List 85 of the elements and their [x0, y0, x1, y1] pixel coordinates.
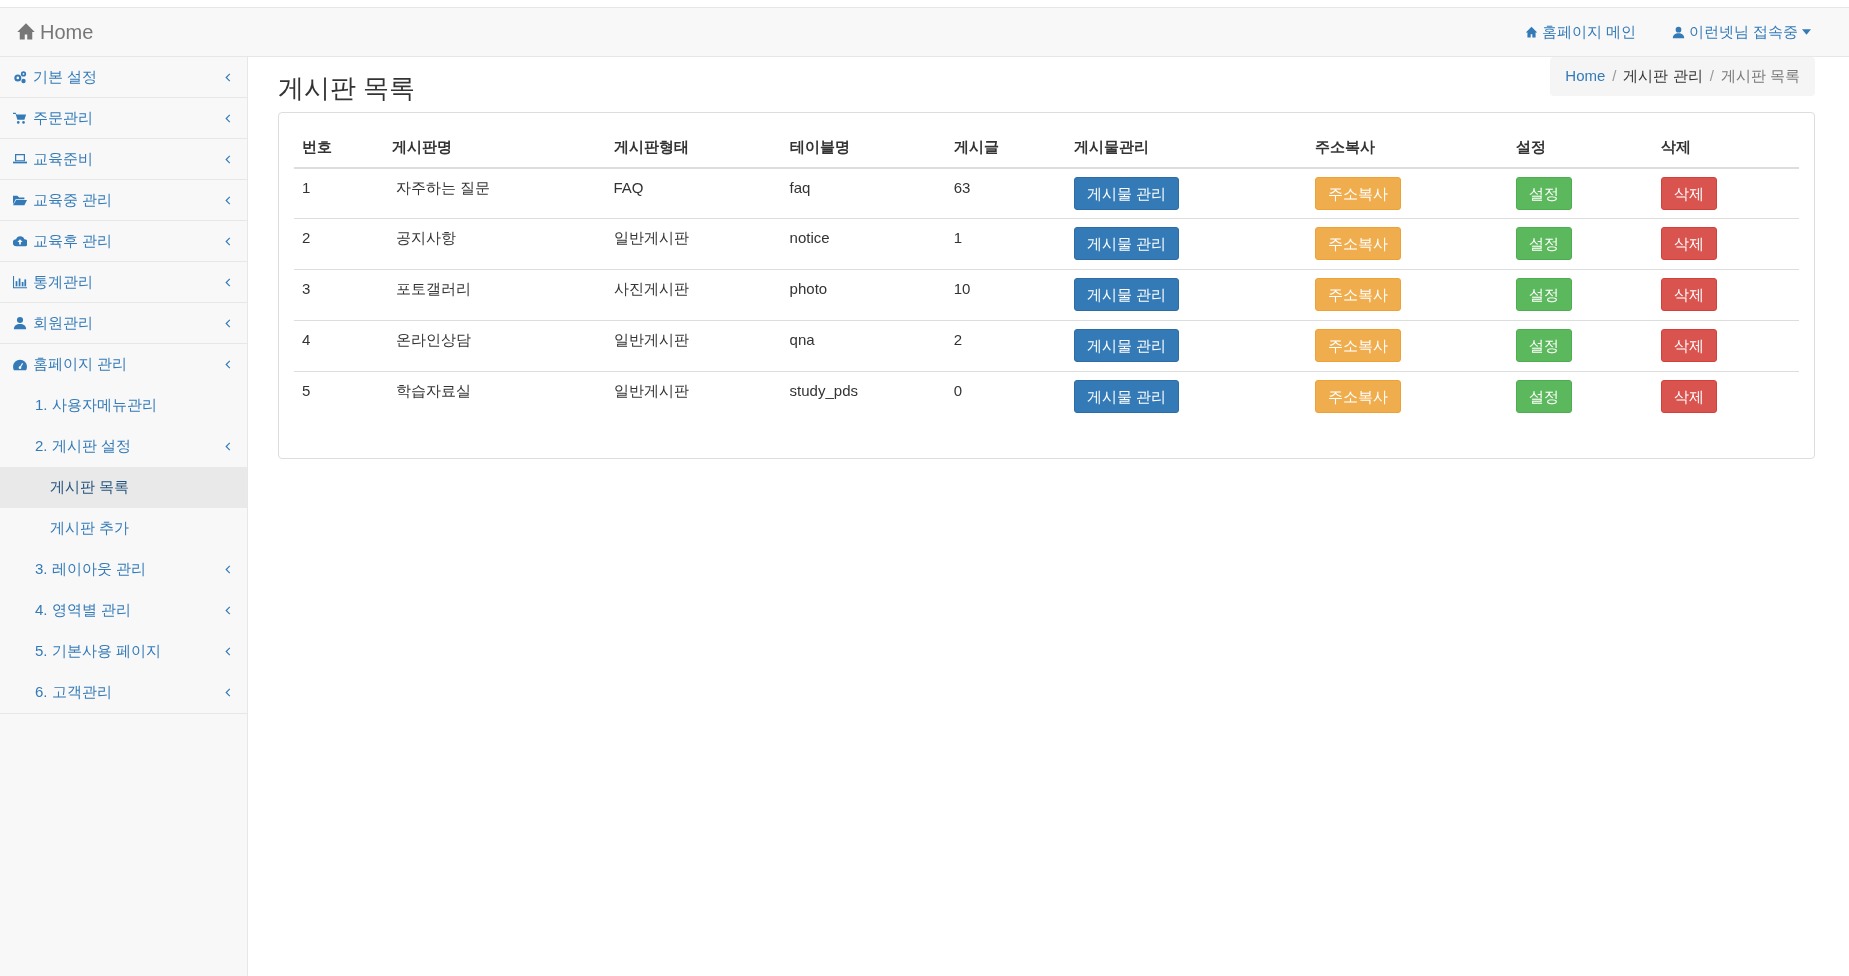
gears-icon [13, 70, 27, 84]
sidebar-item[interactable]: 회원관리 [0, 303, 247, 344]
table-cell: 자주하는 질문 [384, 167, 606, 219]
sidebar-item[interactable]: 2. 게시판 설정 [0, 426, 247, 467]
column-header: 삭제 [1652, 128, 1799, 168]
sidebar-item[interactable]: 5. 기본사용 페이지 [0, 631, 247, 672]
column-header: 게시판형태 [605, 128, 782, 168]
breadcrumb-link[interactable]: Home [1565, 65, 1606, 88]
home-link[interactable]: Home [16, 17, 94, 47]
home-icon [1524, 25, 1538, 39]
table-cell: 사진게시판 [605, 269, 782, 321]
laptop-icon [13, 152, 27, 166]
manage-posts-button[interactable]: 게시물 관리 [1074, 278, 1180, 312]
column-header: 주소복사 [1306, 128, 1509, 168]
sidebar-item[interactable]: 교육준비 [0, 139, 247, 180]
sidebar-item[interactable]: 3. 레이아웃 관리 [0, 549, 247, 590]
table-cell: faq [781, 167, 946, 219]
user-icon [1671, 25, 1685, 39]
sidebar-item[interactable]: 기본 설정 [0, 57, 247, 98]
delete-button[interactable]: 삭제 [1660, 278, 1717, 312]
column-header: 게시물관리 [1066, 128, 1307, 168]
table-cell: notice [781, 218, 946, 270]
sidebar-item[interactable]: 게시판 추가 [0, 508, 247, 549]
table-cell: 10 [945, 269, 1067, 321]
home-icon [16, 22, 36, 42]
settings-button[interactable]: 설정 [1516, 380, 1573, 414]
sidebar-item[interactable]: 6. 고객관리 [0, 672, 247, 713]
settings-button[interactable]: 설정 [1516, 176, 1573, 210]
table-cell: 1 [945, 218, 1067, 270]
table-cell: 2 [945, 320, 1067, 372]
table-cell: 2 [294, 218, 385, 270]
manage-posts-button[interactable]: 게시물 관리 [1074, 227, 1180, 261]
sidebar-item[interactable]: 통계관리 [0, 262, 247, 303]
manage-posts-button[interactable]: 게시물 관리 [1074, 329, 1180, 363]
page-title: 게시판 목록 [278, 73, 416, 105]
sidebar-item[interactable]: 1. 사용자메뉴관리 [0, 385, 247, 426]
table-cell: 4 [294, 320, 385, 372]
breadcrumb-current: 게시판 목록 [1720, 66, 1800, 86]
sidebar-item[interactable]: 교육후 관리 [0, 221, 247, 262]
user-icon [13, 316, 27, 330]
table-cell: 0 [945, 371, 1067, 423]
table-cell: 온라인상담 [384, 320, 606, 372]
table-cell: 포토갤러리 [384, 269, 606, 321]
table-cell: 일반게시판 [605, 320, 782, 372]
delete-button[interactable]: 삭제 [1660, 176, 1717, 210]
column-header: 게시판명 [384, 128, 606, 168]
sidebar-item[interactable]: 주문관리 [0, 98, 247, 139]
folder-icon [13, 193, 27, 207]
delete-button[interactable]: 삭제 [1660, 380, 1717, 414]
table-cell: study_pds [781, 371, 946, 423]
table-cell: 63 [945, 167, 1067, 219]
table-cell: 공지사항 [384, 218, 606, 270]
delete-button[interactable]: 삭제 [1660, 227, 1717, 261]
manage-posts-button[interactable]: 게시물 관리 [1074, 176, 1180, 210]
bar-chart-icon [13, 275, 27, 289]
breadcrumb-separator: / [1611, 66, 1618, 86]
settings-button[interactable]: 설정 [1516, 278, 1573, 312]
breadcrumb-separator: / [1708, 66, 1715, 86]
breadcrumb-item-text: 게시판 관리 [1623, 66, 1703, 86]
table-cell: 5 [294, 371, 385, 423]
nav-link[interactable]: 홈페이지 메인 [1524, 20, 1636, 44]
nav-link[interactable]: 이런넷님 접속중 [1671, 20, 1811, 44]
table-cell: 일반게시판 [605, 371, 782, 423]
settings-button[interactable]: 설정 [1516, 227, 1573, 261]
table-cell: qna [781, 320, 946, 372]
table-cell: FAQ [605, 167, 782, 219]
table-cell: 일반게시판 [605, 218, 782, 270]
dashboard-icon [13, 357, 27, 372]
sidebar-item[interactable]: 교육중 관리 [0, 180, 247, 221]
settings-button[interactable]: 설정 [1516, 329, 1573, 363]
table-cell: 3 [294, 269, 385, 321]
table-cell: 1 [294, 167, 385, 219]
sidebar-item[interactable]: 홈페이지 관리 [0, 344, 247, 385]
sidebar-item[interactable]: 4. 영역별 관리 [0, 590, 247, 631]
cloud-upload-icon [13, 234, 27, 248]
column-header: 설정 [1508, 128, 1653, 168]
column-header: 번호 [294, 128, 385, 168]
manage-posts-button[interactable]: 게시물 관리 [1074, 380, 1180, 414]
sidebar-item[interactable]: 게시판 목록 [0, 467, 247, 508]
column-header: 테이블명 [781, 128, 946, 168]
column-header: 게시글 [945, 128, 1067, 168]
table-cell: 학습자료실 [384, 371, 606, 423]
cart-icon [13, 111, 27, 125]
table-cell: photo [781, 269, 946, 321]
delete-button[interactable]: 삭제 [1660, 329, 1717, 363]
